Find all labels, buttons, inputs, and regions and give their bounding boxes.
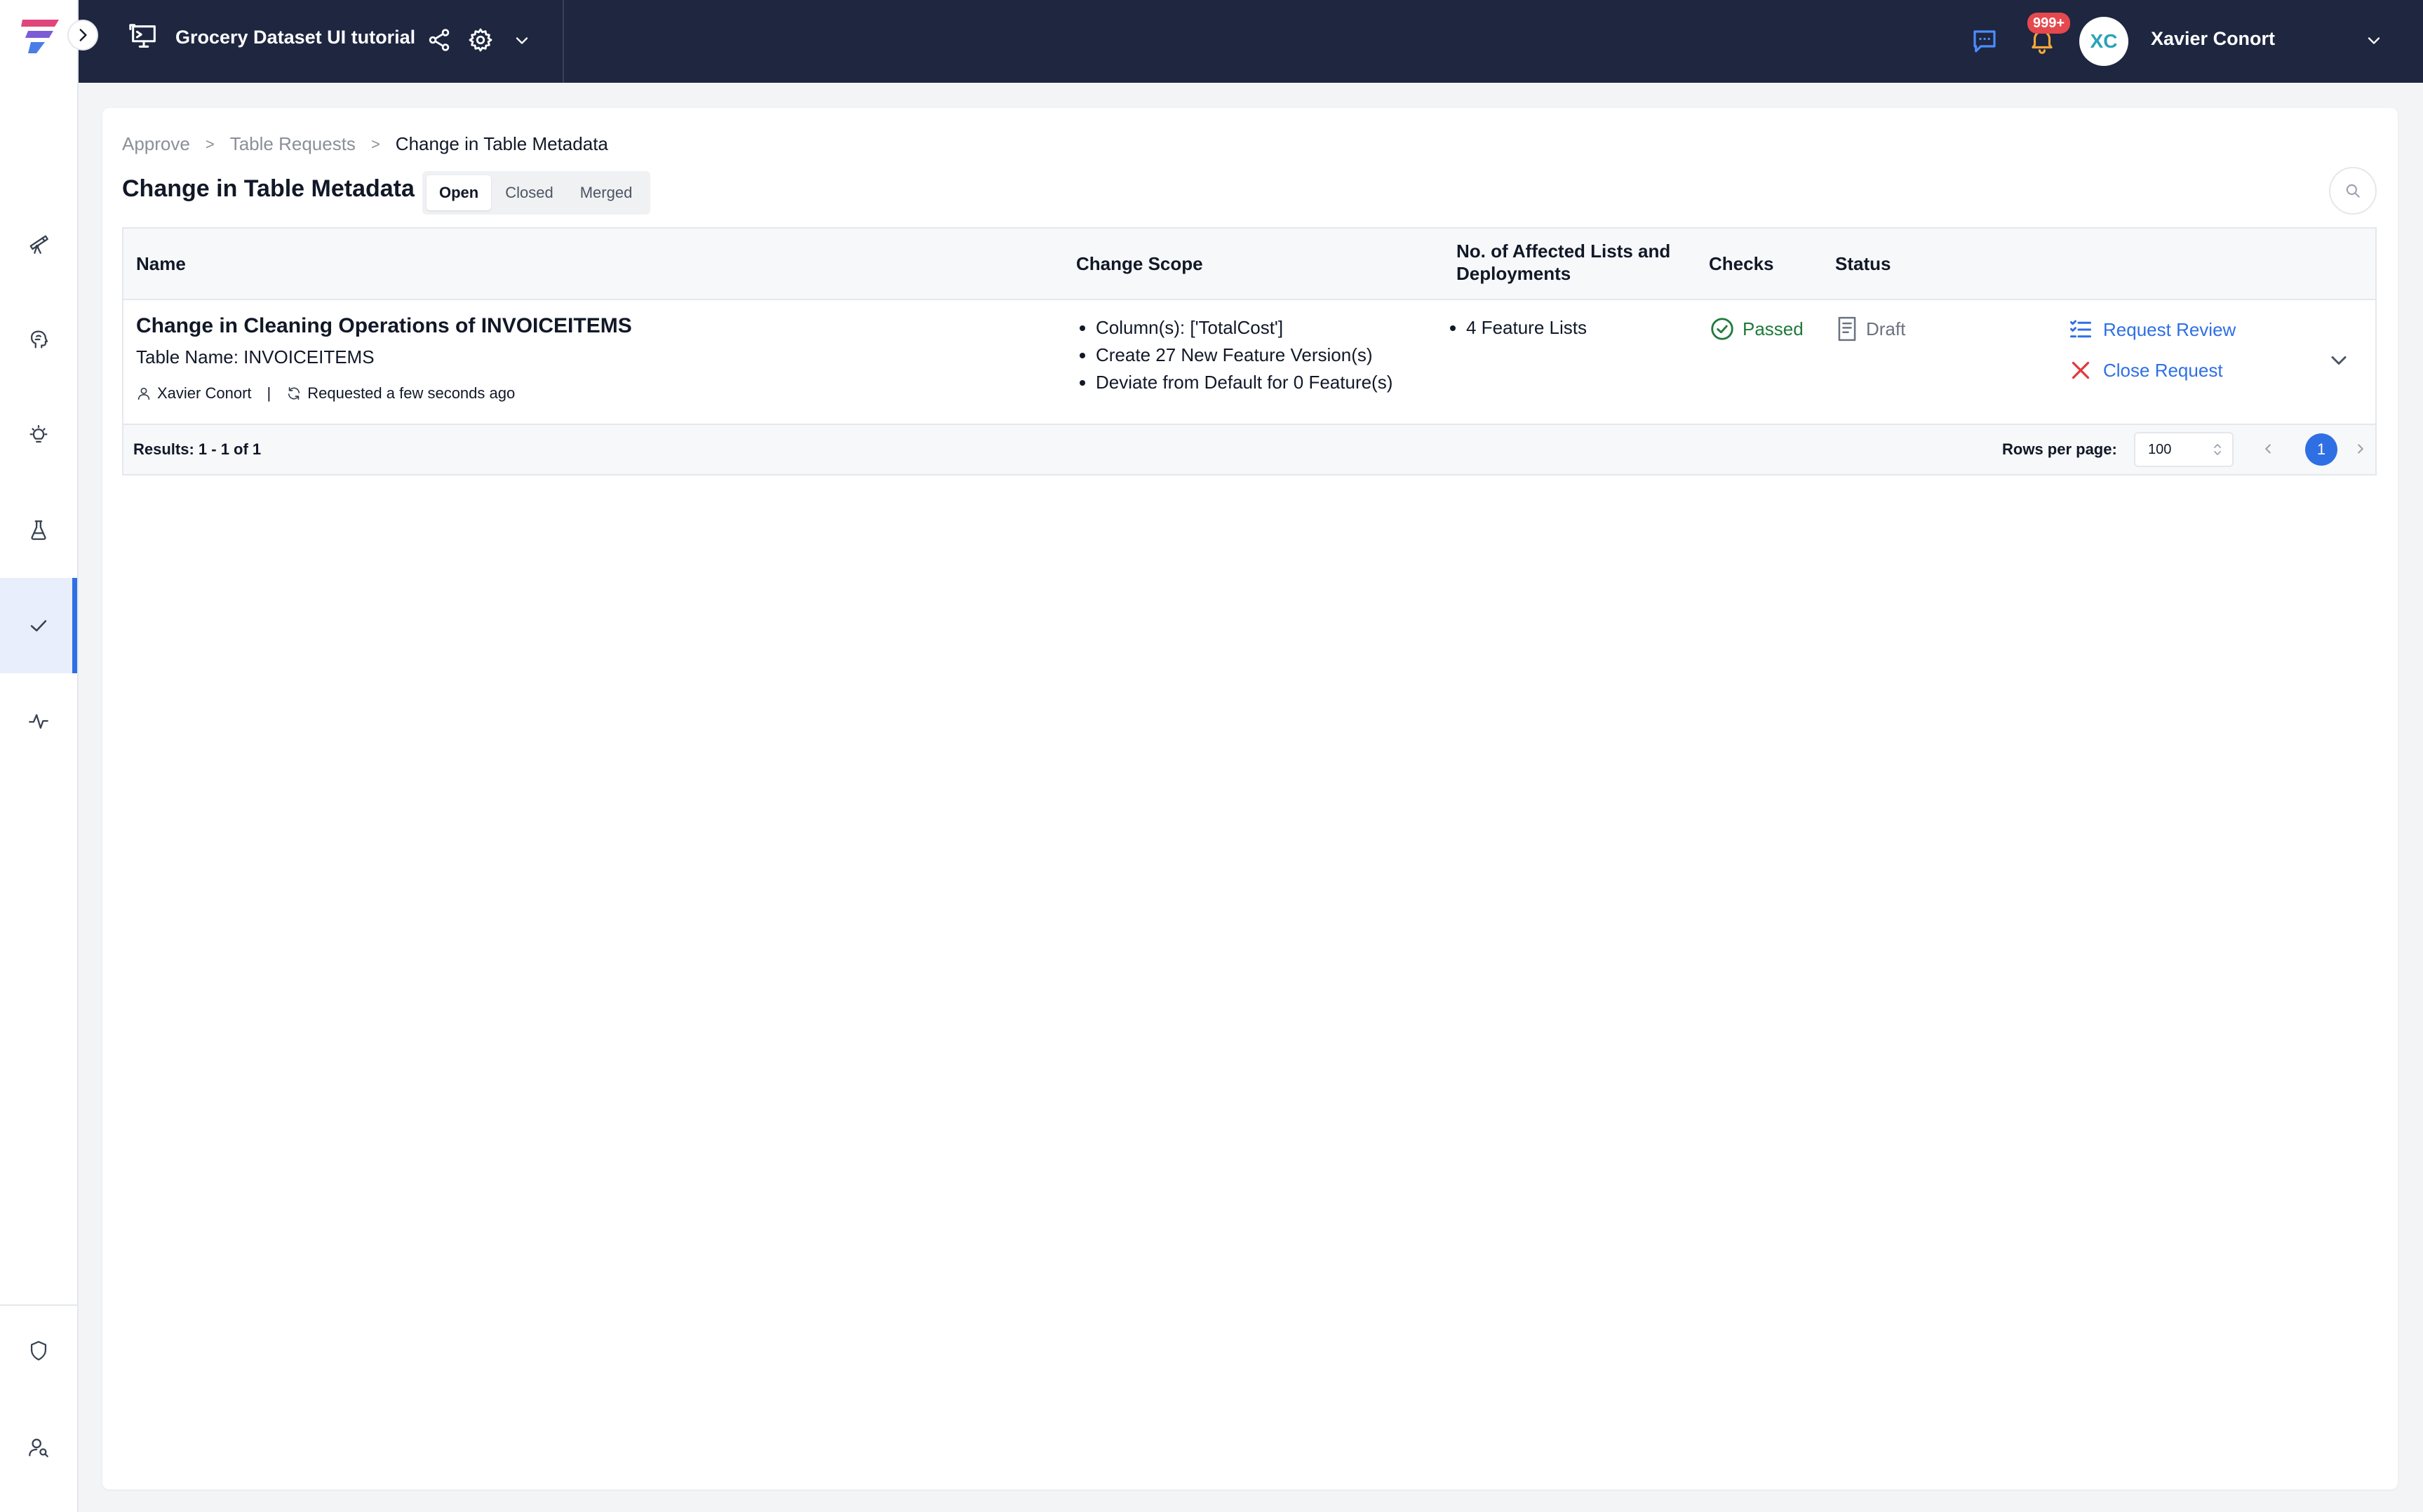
- sidebar-item-ideate[interactable]: [0, 387, 77, 482]
- change-scope-list: Column(s): ['TotalCost'] Create 27 New F…: [1072, 314, 1392, 396]
- user-name[interactable]: Xavier Conort: [2151, 28, 2275, 50]
- chevron-down-icon[interactable]: [512, 31, 532, 50]
- monitor-icon: [129, 24, 156, 48]
- checklist-icon: [2070, 320, 2091, 338]
- share-icon[interactable]: [427, 27, 452, 53]
- request-table-name: Table Name: INVOICEITEMS: [136, 346, 375, 367]
- column-header-status: Status: [1835, 253, 1891, 274]
- sidebar-expand-button[interactable]: [67, 20, 98, 50]
- user-search-icon: [29, 1438, 48, 1457]
- column-header-name: Name: [136, 253, 186, 274]
- select-arrows-icon: [2214, 444, 2221, 455]
- request-author: Xavier Conort: [157, 384, 252, 402]
- breadcrumb: Approve > Table Requests > Change in Tab…: [122, 133, 608, 155]
- avatar[interactable]: XC: [2079, 17, 2128, 66]
- gear-icon[interactable]: [467, 27, 494, 53]
- column-header-checks: Checks: [1709, 253, 1774, 274]
- sidebar-item-catalog[interactable]: [0, 292, 77, 387]
- close-request-label: Close Request: [2103, 359, 2223, 381]
- main-card: Approve > Table Requests > Change in Tab…: [102, 108, 2398, 1490]
- refresh-icon: [288, 386, 300, 400]
- telescope-icon: [29, 235, 48, 254]
- tab-open[interactable]: Open: [427, 175, 492, 210]
- rows-per-page-label: Rows per page:: [2002, 440, 2117, 458]
- table-footer: Results: 1 - 1 of 1 Rows per page: 100 1: [123, 425, 2375, 474]
- breadcrumb-item-table-requests[interactable]: Table Requests: [230, 133, 356, 155]
- list-item: Deviate from Default for 0 Feature(s): [1096, 369, 1392, 396]
- list-item: Create 27 New Feature Version(s): [1096, 342, 1392, 369]
- expand-row-chevron-icon[interactable]: [2326, 348, 2351, 373]
- search-icon: [2346, 184, 2360, 198]
- request-review-label: Request Review: [2103, 318, 2236, 340]
- user-icon: [137, 387, 150, 400]
- brain-icon: [30, 330, 48, 349]
- list-item: Column(s): ['TotalCost']: [1096, 314, 1392, 342]
- tab-merged[interactable]: Merged: [568, 175, 645, 210]
- table-row[interactable]: Change in Cleaning Operations of INVOICE…: [123, 300, 2375, 425]
- lightbulb-icon: [29, 425, 48, 443]
- document-icon: [1838, 316, 1856, 342]
- app-logo-icon[interactable]: [18, 15, 62, 55]
- top-bar: Grocery Dataset UI tutorial: [77, 0, 2423, 83]
- chevron-right-icon: [79, 29, 87, 41]
- activity-icon: [29, 714, 48, 729]
- check-icon: [30, 620, 47, 632]
- rows-per-page-value: 100: [2148, 442, 2172, 457]
- request-time: Requested a few seconds ago: [307, 384, 516, 402]
- table-header: Name Change Scope No. of Affected Lists …: [123, 229, 2375, 300]
- notification-badge: 999+: [2027, 13, 2071, 34]
- request-title[interactable]: Change in Cleaning Operations of INVOICE…: [136, 314, 632, 338]
- check-circle-icon: [1711, 318, 1733, 340]
- breadcrumb-item-current: Change in Table Metadata: [395, 133, 608, 154]
- left-sidebar: [0, 0, 79, 1512]
- breadcrumb-item-approve[interactable]: Approve: [122, 133, 190, 155]
- search-button[interactable]: [2329, 167, 2377, 215]
- breadcrumb-separator: >: [205, 135, 215, 153]
- project-selector[interactable]: Grocery Dataset UI tutorial: [77, 0, 564, 83]
- breadcrumb-separator: >: [370, 135, 380, 153]
- page-button-current[interactable]: 1: [2305, 433, 2337, 466]
- user-menu-chevron-icon[interactable]: [2364, 31, 2384, 50]
- sidebar-item-monitor[interactable]: [0, 673, 77, 769]
- status-tabs: Open Closed Merged: [422, 171, 651, 215]
- close-icon: [2072, 361, 2090, 379]
- chat-icon[interactable]: [1970, 27, 1999, 56]
- column-header-affected: No. of Affected Lists and Deployments: [1456, 241, 1671, 284]
- status-badge: Draft: [1835, 316, 1905, 342]
- sidebar-item-user-management[interactable]: [0, 1400, 77, 1495]
- checks-status: Passed: [1709, 316, 1804, 342]
- sidebar-item-approve[interactable]: [0, 578, 77, 673]
- previous-page-icon[interactable]: [2260, 440, 2276, 457]
- tab-closed[interactable]: Closed: [492, 175, 565, 210]
- column-header-change-scope: Change Scope: [1076, 253, 1203, 274]
- shield-icon: [30, 1341, 47, 1361]
- request-review-button[interactable]: Request Review: [2068, 317, 2236, 342]
- page-title: Change in Table Metadata: [122, 175, 415, 202]
- meta-divider: |: [267, 384, 271, 402]
- requests-table: Name Change Scope No. of Affected Lists …: [122, 227, 2377, 475]
- flask-icon: [31, 520, 46, 540]
- project-title: Grocery Dataset UI tutorial: [175, 27, 416, 48]
- request-meta: Xavier Conort | Requested a few seconds …: [136, 384, 515, 403]
- close-request-button[interactable]: Close Request: [2068, 358, 2223, 383]
- status-label: Draft: [1866, 318, 1906, 339]
- sidebar-item-admin[interactable]: [0, 1303, 77, 1398]
- list-item: 4 Feature Lists: [1466, 314, 1587, 342]
- checks-label: Passed: [1743, 318, 1804, 339]
- sidebar-item-experiment[interactable]: [0, 482, 77, 578]
- affected-list: 4 Feature Lists: [1442, 314, 1587, 342]
- rows-per-page-select[interactable]: 100: [2134, 432, 2234, 467]
- sidebar-item-explore[interactable]: [0, 196, 77, 292]
- next-page-icon[interactable]: [2353, 440, 2368, 457]
- results-count: Results: 1 - 1 of 1: [133, 440, 262, 458]
